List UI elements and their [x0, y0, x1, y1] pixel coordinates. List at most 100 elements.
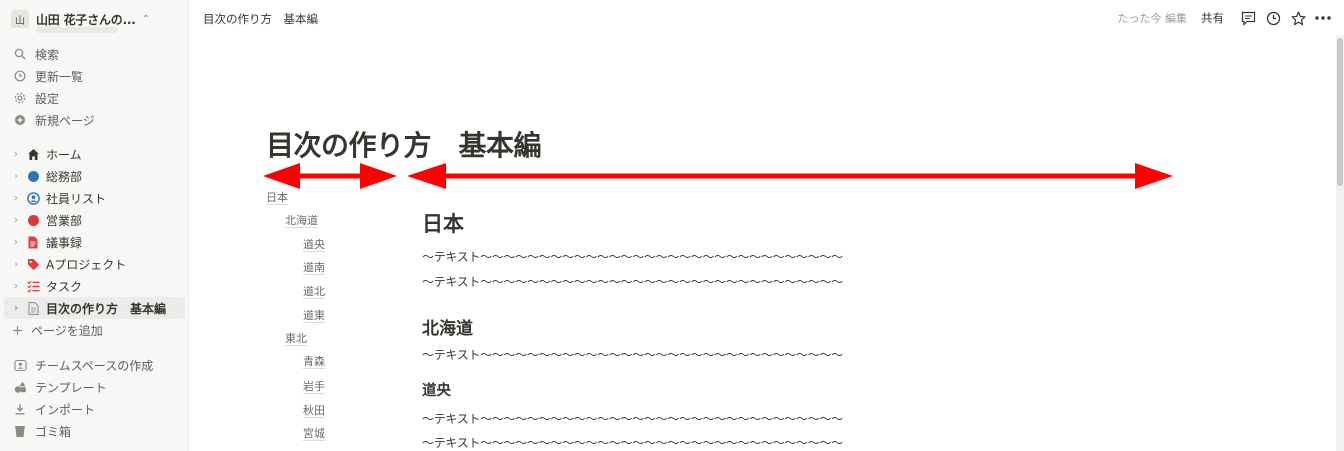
red-circle-icon [26, 213, 40, 227]
heading-2[interactable]: 北海道 [422, 314, 473, 339]
toc-item-label: 東北 [285, 332, 307, 346]
sidebar-item-label: 社員リスト [46, 191, 107, 206]
nav-templates-label: テンプレート [35, 380, 107, 395]
nav-import-label: インポート [35, 402, 96, 417]
page-title[interactable]: 目次の作り方 基本編 [266, 124, 542, 164]
nav-trash[interactable]: ゴミ箱 [4, 420, 185, 442]
toc-item[interactable]: 道央 [303, 236, 325, 252]
topbar-actions: たった今 編集 共有 [1118, 8, 1335, 28]
breadcrumb[interactable]: 目次の作り方 基本編 [203, 11, 318, 27]
chevron-right-icon[interactable]: › [10, 215, 22, 226]
nav-create-teamspace-label: チームスペースの作成 [35, 358, 154, 373]
sidebar-item-sales[interactable]: › 営業部 [4, 209, 185, 231]
toc-item[interactable]: 宮城 [303, 425, 325, 441]
teamspace-icon [13, 358, 27, 372]
home-icon [26, 147, 40, 161]
sidebar-item-label: 目次の作り方 基本編 [46, 301, 167, 316]
sidebar: 山 山田 花子さんの... ⌃ 検索 更新一覧 設定 新規ページ › ホーム ›… [0, 0, 189, 451]
nav-settings[interactable]: 設定 [4, 87, 185, 109]
toc-item[interactable]: 道南 [303, 259, 325, 275]
chevron-right-icon[interactable]: › [10, 193, 22, 204]
topbar: 目次の作り方 基本編 たった今 編集 共有 [190, 0, 1344, 36]
nav-new-page-label: 新規ページ [35, 113, 95, 128]
text-block[interactable]: 〜テキスト〜〜〜〜〜〜〜〜〜〜〜〜〜〜〜〜〜〜〜〜〜〜〜〜〜〜〜〜〜〜〜 [422, 346, 843, 363]
toc-item[interactable]: 東北 [285, 330, 307, 346]
page-icon [26, 301, 40, 315]
trash-icon [13, 424, 27, 438]
checklist-icon [26, 279, 40, 293]
heading-3[interactable]: 道央 [422, 379, 451, 400]
nav-import[interactable]: インポート [4, 398, 185, 420]
toc-item[interactable]: 岩手 [303, 378, 325, 394]
clock-icon [13, 69, 27, 83]
toc-item-label: 道南 [303, 261, 325, 275]
chevron-updown-icon: ⌃ [141, 13, 151, 25]
toc-item[interactable]: 道北 [303, 283, 325, 299]
toc-item[interactable]: 秋田 [303, 402, 325, 418]
nav-search-label: 検索 [35, 47, 60, 62]
workspace-email-blurred [36, 27, 118, 33]
chevron-right-icon[interactable]: › [10, 303, 22, 314]
toc-item-label: 道央 [303, 238, 325, 252]
more-icon[interactable] [1312, 8, 1334, 28]
add-page-label: ページを追加 [31, 323, 103, 338]
sidebar-item-minutes[interactable]: › 議事録 [4, 231, 185, 253]
content-width-arrow [407, 163, 1173, 189]
toc-item-label: 北海道 [285, 214, 318, 228]
toc-item-label: 青森 [303, 355, 325, 369]
annotation-arrows [263, 163, 1173, 189]
gear-icon [13, 91, 27, 105]
sidebar-item-employee-list[interactable]: › 社員リスト [4, 187, 185, 209]
text-block[interactable]: 〜テキスト〜〜〜〜〜〜〜〜〜〜〜〜〜〜〜〜〜〜〜〜〜〜〜〜〜〜〜〜〜〜〜 [422, 410, 843, 427]
sidebar-item-tasks[interactable]: › タスク [4, 275, 185, 297]
sidebar-item-general-affairs[interactable]: › 総務部 [4, 165, 185, 187]
nav-updates-label: 更新一覧 [35, 69, 84, 84]
toc-item-label: 岩手 [303, 380, 325, 394]
nav-create-teamspace[interactable]: チームスペースの作成 [4, 354, 185, 376]
sidebar-item-label: Aプロジェクト [46, 257, 127, 272]
heading-1[interactable]: 日本 [422, 208, 464, 238]
nav-updates[interactable]: 更新一覧 [4, 65, 185, 87]
chevron-right-icon[interactable]: › [10, 149, 22, 160]
toc-item[interactable]: 日本 [266, 189, 288, 205]
search-icon [13, 47, 27, 61]
chevron-right-icon[interactable]: › [10, 237, 22, 248]
toc-width-arrow [263, 163, 397, 189]
share-button[interactable]: 共有 [1201, 10, 1224, 26]
sidebar-item-toc-basics[interactable]: › 目次の作り方 基本編 [4, 297, 185, 319]
toc-item[interactable]: 北海道 [285, 212, 318, 228]
chevron-right-icon[interactable]: › [10, 171, 22, 182]
star-icon[interactable] [1287, 8, 1309, 28]
plus-circle-icon [13, 113, 27, 127]
workspace-name: 山田 花子さんの... [36, 12, 136, 27]
text-block[interactable]: 〜テキスト〜〜〜〜〜〜〜〜〜〜〜〜〜〜〜〜〜〜〜〜〜〜〜〜〜〜〜〜〜〜〜 [422, 273, 843, 290]
chevron-right-icon[interactable]: › [10, 281, 22, 292]
comment-icon[interactable] [1237, 8, 1259, 28]
sidebar-item-label: ホーム [46, 147, 82, 162]
text-block[interactable]: 〜テキスト〜〜〜〜〜〜〜〜〜〜〜〜〜〜〜〜〜〜〜〜〜〜〜〜〜〜〜〜〜〜〜 [422, 248, 843, 265]
history-icon[interactable] [1262, 8, 1284, 28]
nav-search[interactable]: 検索 [4, 43, 185, 65]
toc-item-label: 秋田 [303, 404, 325, 418]
sidebar-item-label: 総務部 [46, 169, 83, 184]
sidebar-item-project-a[interactable]: › Aプロジェクト [4, 253, 185, 275]
add-page-button[interactable]: ページを追加 [4, 319, 185, 341]
chevron-right-icon[interactable]: › [10, 259, 22, 270]
toc-item-label: 道北 [303, 285, 325, 299]
nav-templates[interactable]: テンプレート [4, 376, 185, 398]
sidebar-item-label: タスク [46, 279, 83, 294]
toc-item[interactable]: 青森 [303, 353, 325, 369]
last-edited-text: たった今 編集 [1117, 12, 1188, 25]
shapes-icon [13, 380, 27, 394]
toc-item[interactable]: 道東 [303, 307, 325, 323]
nav-trash-label: ゴミ箱 [35, 424, 72, 439]
toc-item-label: 宮城 [303, 427, 325, 441]
toc-item-label: 道東 [303, 309, 325, 323]
nav-settings-label: 設定 [35, 91, 60, 106]
sidebar-item-label: 営業部 [46, 213, 83, 228]
text-block[interactable]: 〜テキスト〜〜〜〜〜〜〜〜〜〜〜〜〜〜〜〜〜〜〜〜〜〜〜〜〜〜〜〜〜〜〜 [422, 434, 843, 451]
sidebar-item-home[interactable]: › ホーム [4, 143, 185, 165]
scrollbar-thumb[interactable] [1337, 38, 1343, 186]
nav-new-page[interactable]: 新規ページ [4, 109, 185, 131]
plus-icon [10, 323, 24, 337]
